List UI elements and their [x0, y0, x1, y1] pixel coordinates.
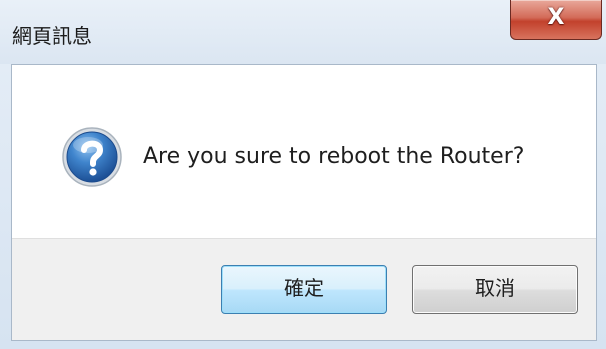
- title-bar: 網頁訊息 X: [0, 0, 606, 64]
- cancel-button[interactable]: 取消: [412, 265, 578, 314]
- close-button[interactable]: X: [510, 0, 602, 40]
- dialog-content: Are you sure to reboot the Router? 確定 取消: [11, 64, 597, 341]
- dialog-window: 網頁訊息 X Are you sure to reboot the Router…: [0, 0, 606, 349]
- button-bar: 確定 取消: [12, 238, 596, 340]
- ok-button[interactable]: 確定: [221, 265, 387, 314]
- message-text: Are you sure to reboot the Router?: [143, 144, 525, 169]
- close-icon: X: [547, 5, 565, 30]
- question-icon: [62, 127, 122, 187]
- dialog-title: 網頁訊息: [12, 24, 92, 48]
- message-area: Are you sure to reboot the Router?: [12, 65, 596, 238]
